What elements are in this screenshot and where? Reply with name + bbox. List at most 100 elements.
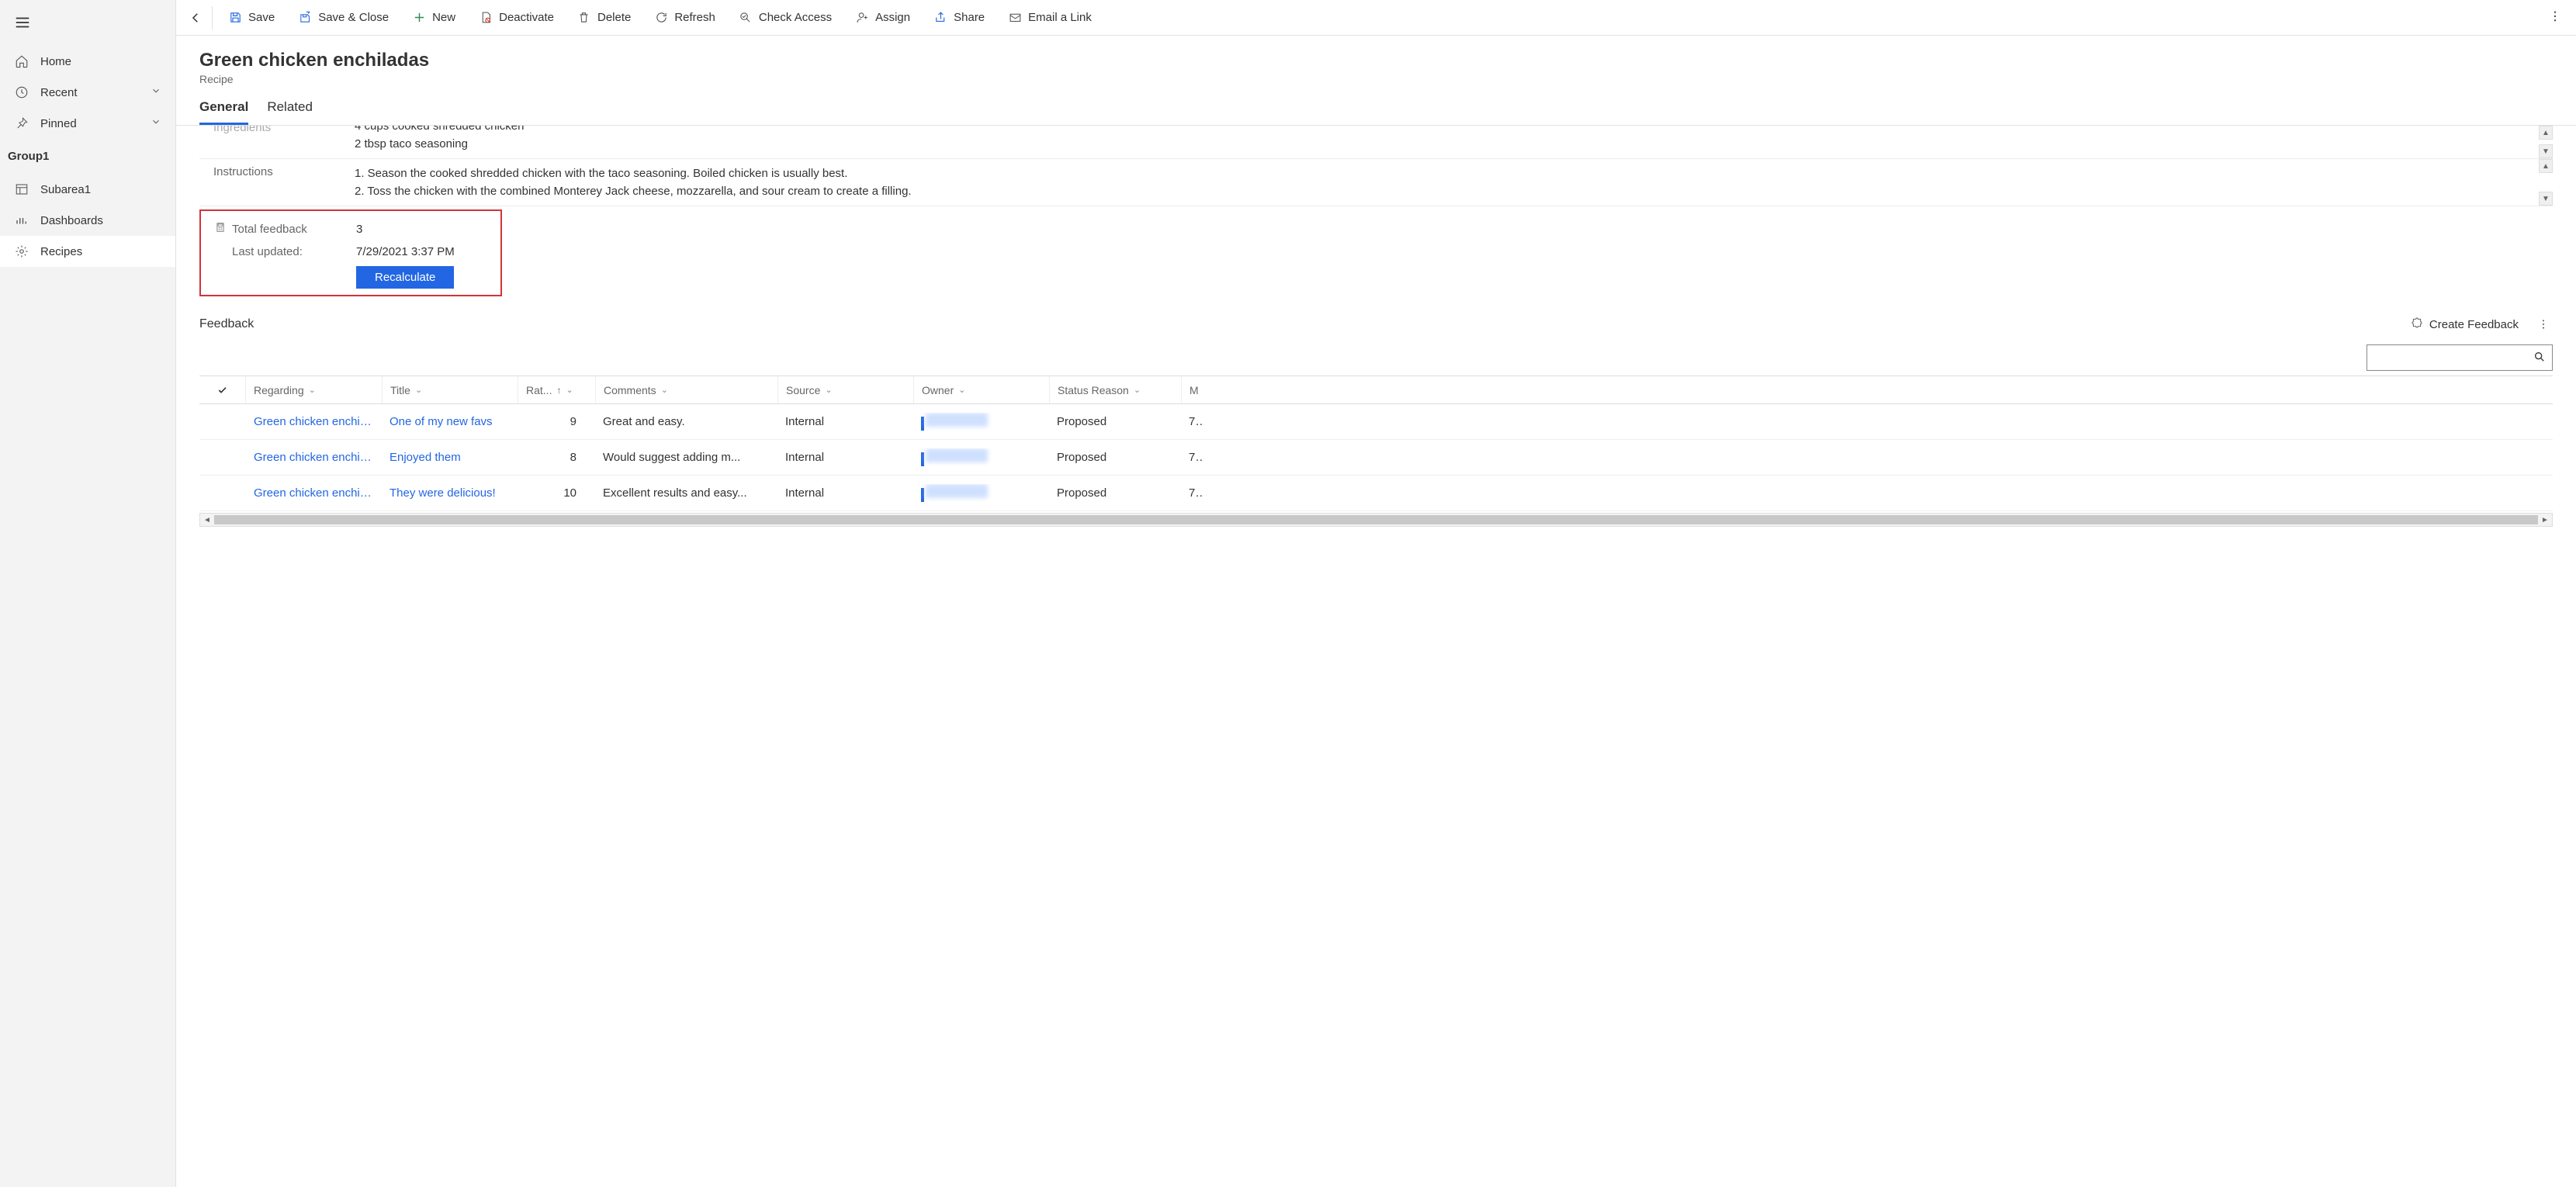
chevron-down-icon: ⌄ — [415, 385, 422, 395]
cell-regarding[interactable]: Green chicken enchilad — [246, 451, 382, 464]
save-close-label: Save & Close — [318, 11, 389, 24]
refresh-label: Refresh — [674, 11, 715, 24]
more-vertical-icon — [2537, 318, 2550, 330]
col-title[interactable]: Title⌄ — [382, 376, 518, 403]
refresh-button[interactable]: Refresh — [643, 6, 726, 29]
scroll-indicator: ▲ ▼ — [2539, 126, 2553, 158]
cell-rating: 10 — [518, 486, 595, 500]
feedback-search-box[interactable] — [2367, 344, 2553, 371]
share-button[interactable]: Share — [923, 6, 995, 29]
assign-label: Assign — [875, 11, 910, 24]
delete-label: Delete — [597, 11, 631, 24]
record-subtitle: Recipe — [199, 73, 2553, 85]
table-row[interactable]: Green chicken enchilad One of my new fav… — [199, 404, 2553, 440]
save-close-button[interactable]: Save & Close — [287, 6, 400, 29]
col-rating[interactable]: Rat...↑⌄ — [518, 376, 595, 403]
chevron-down-icon: ⌄ — [661, 385, 668, 395]
back-button[interactable] — [179, 6, 213, 29]
nav-recent[interactable]: Recent — [0, 77, 175, 108]
cell-owner[interactable] — [913, 448, 1049, 466]
save-label: Save — [248, 11, 275, 24]
scroll-up-button[interactable]: ▲ — [2539, 159, 2553, 173]
table-row[interactable]: Green chicken enchilad They were delicio… — [199, 476, 2553, 511]
cell-owner[interactable] — [913, 484, 1049, 502]
horizontal-scrollbar[interactable]: ◄ ► — [199, 513, 2553, 527]
cell-title[interactable]: Enjoyed them — [382, 451, 518, 464]
tab-related[interactable]: Related — [267, 99, 313, 125]
hamburger-button[interactable] — [0, 8, 175, 40]
table-row[interactable]: Green chicken enchilad Enjoyed them 8 Wo… — [199, 440, 2553, 476]
col-source[interactable]: Source⌄ — [777, 376, 913, 403]
col-m[interactable]: M — [1181, 376, 1204, 403]
gear-icon — [14, 244, 29, 259]
chevron-down-icon: ⌄ — [566, 385, 573, 395]
cell-title[interactable]: They were delicious! — [382, 486, 518, 500]
scroll-indicator: ▲ ▼ — [2539, 159, 2553, 206]
nav-dashboards-label: Dashboards — [40, 214, 103, 227]
nav-subarea1[interactable]: Subarea1 — [0, 174, 175, 205]
cell-regarding[interactable]: Green chicken enchilad — [246, 415, 382, 428]
email-link-button[interactable]: Email a Link — [997, 6, 1103, 29]
share-icon — [933, 11, 947, 25]
feedback-more-button[interactable] — [2534, 318, 2553, 330]
field-instructions: Instructions 1. Season the cooked shredd… — [199, 159, 2553, 206]
cell-m: 7/ — [1181, 451, 1204, 464]
nav-pinned[interactable]: Pinned — [0, 108, 175, 139]
check-access-button[interactable]: Check Access — [728, 6, 843, 29]
nav-home-label: Home — [40, 55, 71, 68]
col-regarding[interactable]: Regarding⌄ — [246, 376, 382, 403]
email-icon — [1008, 11, 1022, 25]
col-status[interactable]: Status Reason⌄ — [1049, 376, 1181, 403]
toolbar-more-button[interactable] — [2537, 5, 2573, 30]
cell-regarding[interactable]: Green chicken enchilad — [246, 486, 382, 500]
back-icon — [189, 11, 203, 25]
scroll-right-button[interactable]: ► — [2538, 516, 2552, 524]
scroll-left-button[interactable]: ◄ — [200, 516, 214, 524]
main: Save Save & Close New Deactivate Delete … — [176, 0, 2576, 1187]
scroll-down-button[interactable]: ▼ — [2539, 192, 2553, 206]
cell-owner[interactable] — [913, 413, 1049, 431]
create-feedback-button[interactable]: Create Feedback — [2411, 317, 2519, 332]
col-comments[interactable]: Comments⌄ — [595, 376, 777, 403]
sidebar: Home Recent Pinned Group1 Subarea1 Dashb… — [0, 0, 176, 1187]
tabs: General Related — [176, 85, 2576, 126]
nav-pinned-label: Pinned — [40, 117, 77, 130]
col-owner[interactable]: Owner⌄ — [913, 376, 1049, 403]
field-ingredients: Ingredients 4 cups cooked shredded chick… — [199, 126, 2553, 159]
share-label: Share — [954, 11, 985, 24]
dashboard-icon — [14, 213, 29, 228]
puzzle-icon — [2411, 317, 2423, 332]
scroll-up-button[interactable]: ▲ — [2539, 126, 2553, 140]
field-ingredients-value[interactable]: 4 cups cooked shredded chicken 2 tbsp ta… — [355, 126, 2553, 152]
cell-status: Proposed — [1049, 451, 1181, 464]
scroll-down-button[interactable]: ▼ — [2539, 144, 2553, 158]
save-button[interactable]: Save — [217, 6, 286, 29]
new-label: New — [432, 11, 455, 24]
recalculate-button[interactable]: Recalculate — [356, 266, 454, 289]
record-title: Green chicken enchiladas — [199, 50, 2553, 71]
assign-button[interactable]: Assign — [844, 6, 921, 29]
delete-button[interactable]: Delete — [566, 6, 642, 29]
home-icon — [14, 54, 29, 69]
nav-recent-label: Recent — [40, 86, 78, 99]
select-all-column[interactable] — [199, 376, 246, 403]
nav-home[interactable]: Home — [0, 46, 175, 77]
nav-recipes[interactable]: Recipes — [0, 236, 175, 267]
cell-rating: 8 — [518, 451, 595, 464]
cell-status: Proposed — [1049, 415, 1181, 428]
deactivate-button[interactable]: Deactivate — [468, 6, 565, 29]
cell-title[interactable]: One of my new favs — [382, 415, 518, 428]
assign-icon — [855, 11, 869, 25]
cell-m: 7/ — [1181, 486, 1204, 500]
field-instructions-value[interactable]: 1. Season the cooked shredded chicken wi… — [355, 165, 2553, 199]
nav-dashboards[interactable]: Dashboards — [0, 205, 175, 236]
feedback-grid: Regarding⌄ Title⌄ Rat...↑⌄ Comments⌄ Sou… — [199, 375, 2553, 527]
tab-general[interactable]: General — [199, 99, 248, 125]
scrollbar-thumb[interactable] — [214, 515, 2538, 524]
save-icon — [228, 11, 242, 25]
new-button[interactable]: New — [401, 6, 466, 29]
feedback-search-input[interactable] — [2373, 351, 2533, 364]
rollup-box: Total feedback 3 Last updated: 7/29/2021… — [199, 209, 502, 296]
chevron-down-icon: ⌄ — [1134, 385, 1141, 395]
layout-icon — [14, 182, 29, 197]
